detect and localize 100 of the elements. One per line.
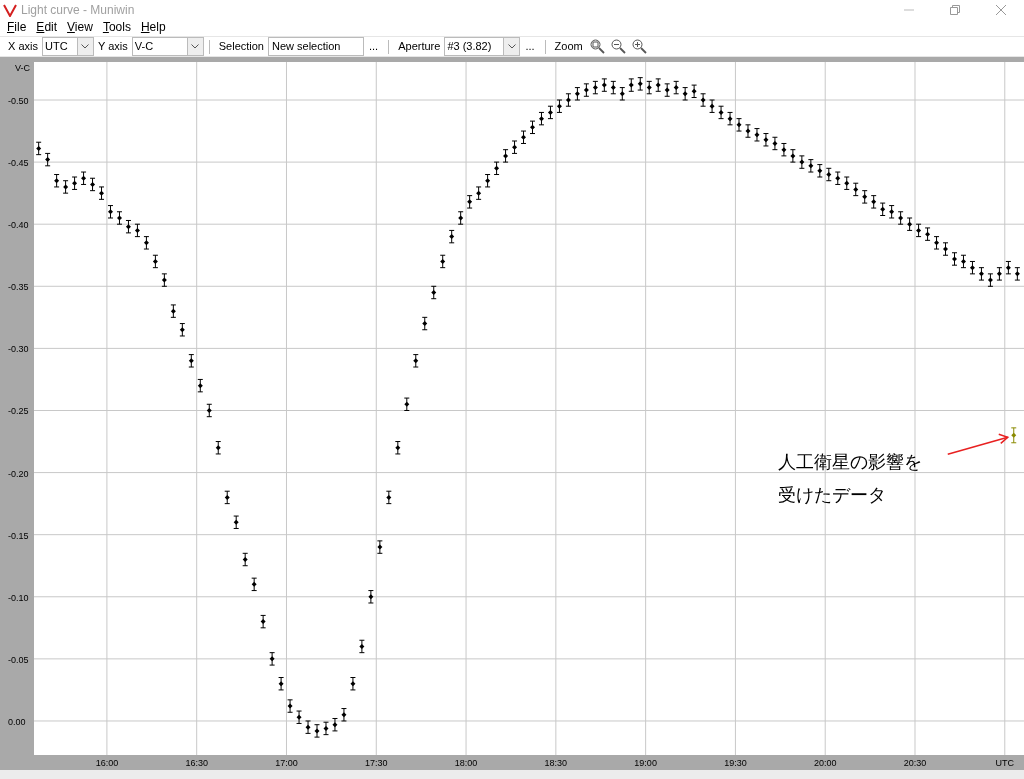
error-bar [448,229,455,244]
arrow [947,433,1010,456]
error-bar [1005,260,1012,275]
minimize-icon [904,9,914,11]
error-bar [565,93,572,107]
error-bar [529,120,536,135]
error-bar [323,721,329,736]
annotation-text: 人工衛星の影響を受けたデータ [777,450,923,508]
error-bar [951,252,958,266]
error-bar [673,80,680,95]
error-bar [691,84,698,98]
error-bar [942,242,949,256]
error-bar [305,720,312,734]
error-bar [349,677,356,691]
error-bar [385,490,392,505]
error-bar [933,236,940,250]
error-bar [736,118,742,132]
error-bar [125,219,132,234]
error-bar [493,161,500,175]
error-bar [80,171,87,185]
x-tick-label: 18:00 [454,758,478,768]
error-bar [62,180,69,194]
menu-item[interactable]: Tools [97,18,136,36]
error-bar [1010,427,1017,444]
error-bar [978,267,985,281]
error-bar [197,378,204,393]
selection-field[interactable]: New selection [268,37,364,56]
y-axis-dropdown[interactable]: V-C [131,37,204,56]
error-bar [71,176,78,190]
error-bar [296,710,303,724]
error-bar [888,205,895,219]
menu-item[interactable]: Edit [31,18,63,36]
y-tick-label: -0.05 [8,654,29,665]
error-bar [412,354,419,368]
error-bar [116,211,123,225]
toolbar-label: Zoom [553,39,584,55]
error-bar [583,83,590,97]
y-axis-label: V-C [15,63,30,73]
y-tick-label: -0.30 [8,344,29,355]
menu-item[interactable]: File [2,18,32,36]
error-bar [682,87,689,101]
error-bar [834,171,841,185]
error-bar [403,397,410,411]
toolbar-label: X axis [7,39,39,55]
error-bar [376,540,383,554]
error-bar [358,639,365,654]
error-bar [421,316,428,331]
error-bar [825,167,832,182]
error-bar [44,152,51,167]
menu-item[interactable]: View [62,18,98,36]
error-bar [870,195,877,209]
x-tick-label: 16:00 [95,758,119,768]
x-tick-label: 20:30 [903,758,927,768]
error-bar [762,133,769,147]
error-bar [457,211,464,225]
more-button[interactable]: ... [364,38,384,55]
error-bar [170,304,177,318]
error-bar [340,708,347,722]
error-bar [484,174,491,188]
error-bar [771,136,778,151]
error-bar [753,128,760,142]
y-tick-label: -0.45 [8,158,29,169]
error-bar [233,515,240,529]
error-bar [269,652,276,666]
chevron-down-icon [507,44,516,49]
error-bar [367,590,374,604]
x-axis-dropdown[interactable]: UTC [41,37,94,56]
menu-item[interactable]: Help [135,18,171,36]
error-bar [152,254,159,269]
error-bar [278,677,285,691]
y-tick-label: -0.15 [8,530,29,541]
y-tick-label: -0.20 [8,468,29,479]
error-bar [852,182,859,197]
error-bar [287,699,294,713]
error-bar [924,227,931,241]
error-bar [906,217,913,231]
error-bar [897,211,904,225]
error-bar [439,254,446,269]
y-tick-label: 0.00 [8,716,26,727]
error-bar [718,105,725,120]
error-bar [619,87,626,101]
x-tick-label: 19:30 [724,758,747,768]
x-tick-label: UTC [995,758,1015,768]
more-button[interactable]: ... [520,38,540,55]
error-bar [475,186,482,200]
chevron-down-icon [81,44,90,49]
error-bar [700,93,707,107]
y-tick-label: -0.50 [8,96,29,106]
error-bar [143,236,150,250]
aperture-dropdown[interactable]: #3 (3.82) [444,37,521,56]
error-bar [610,80,617,95]
error-bar [89,177,96,192]
y-tick-label: -0.10 [8,592,29,603]
error-bar [394,441,401,455]
error-bar [1014,267,1021,281]
error-bar [134,223,141,238]
error-bar [53,174,60,188]
error-bar [224,490,231,505]
error-bar [206,403,213,418]
error-bar [520,130,527,144]
